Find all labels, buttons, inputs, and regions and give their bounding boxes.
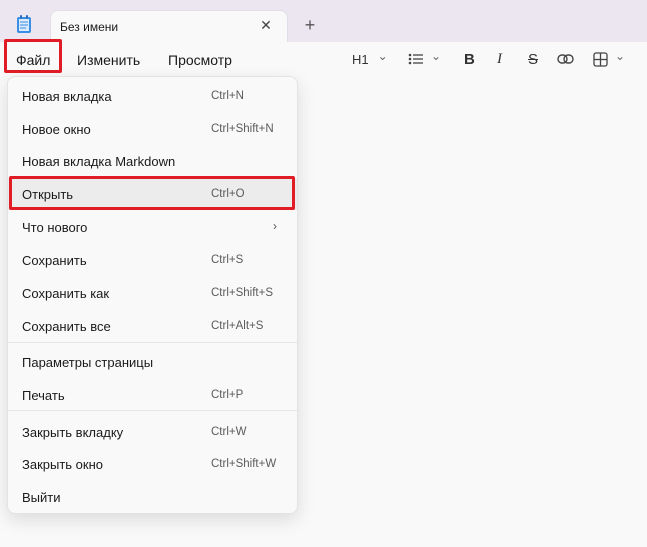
strikethrough-button[interactable]: S xyxy=(528,49,538,69)
menu-edit[interactable]: Изменить xyxy=(77,52,140,68)
menu-item-label: Параметры страницы xyxy=(22,355,154,370)
bullet-list-icon xyxy=(408,52,424,66)
menu-item-shortcut: Ctrl+P xyxy=(211,389,244,401)
menu-item-label: Новая вкладка Markdown xyxy=(22,154,176,169)
menu-item-label: Сохранить все xyxy=(22,319,111,334)
chevron-right-icon: › xyxy=(273,219,277,233)
menu-item-label: Новая вкладка xyxy=(22,89,112,104)
file-menu: Новая вкладка Ctrl+N Новое окно Ctrl+Shi… xyxy=(7,76,298,514)
strikethrough-icon: S xyxy=(528,50,539,68)
bold-button[interactable]: B xyxy=(464,49,475,69)
menu-item-label: Сохранить xyxy=(22,253,87,268)
menu-view[interactable]: Просмотр xyxy=(168,52,232,68)
menu-item-shortcut: Ctrl+W xyxy=(211,426,247,438)
menu-item-whats-new[interactable]: Что нового › xyxy=(8,211,297,243)
menu-item-print[interactable]: Печать Ctrl+P xyxy=(8,379,297,411)
menu-item-new-markdown-tab[interactable]: Новая вкладка Markdown xyxy=(8,145,297,177)
new-tab-button[interactable]: + xyxy=(300,15,320,35)
menu-item-save-all[interactable]: Сохранить все Ctrl+Alt+S xyxy=(8,310,297,342)
table-icon xyxy=(593,51,608,67)
heading-dropdown[interactable]: H1 ⌄ xyxy=(352,49,388,69)
menu-bar: Файл Изменить Просмотр xyxy=(0,42,647,76)
menu-item-label: Что нового xyxy=(22,220,88,235)
italic-button[interactable]: I xyxy=(497,49,502,69)
menu-item-label: Выйти xyxy=(22,490,61,505)
table-dropdown[interactable]: ⌄ xyxy=(593,49,625,69)
link-button[interactable] xyxy=(557,49,574,69)
chevron-down-icon: ⌄ xyxy=(431,49,442,63)
link-icon xyxy=(557,53,574,65)
menu-separator xyxy=(8,342,297,343)
menu-item-label: Печать xyxy=(22,388,65,403)
menu-item-new-window[interactable]: Новое окно Ctrl+Shift+N xyxy=(8,113,297,145)
chevron-down-icon: ⌄ xyxy=(615,49,626,63)
menu-item-label: Новое окно xyxy=(22,122,91,137)
menu-item-shortcut: Ctrl+Shift+N xyxy=(211,123,274,135)
menu-item-shortcut: Ctrl+Alt+S xyxy=(211,320,264,332)
close-icon[interactable]: ✕ xyxy=(258,17,274,33)
tab-title: Без имени xyxy=(60,20,119,34)
menu-item-save-as[interactable]: Сохранить как Ctrl+Shift+S xyxy=(8,277,297,309)
chevron-down-icon: ⌄ xyxy=(377,49,388,63)
menu-item-exit[interactable]: Выйти xyxy=(8,481,297,513)
menu-item-close-window[interactable]: Закрыть окно Ctrl+Shift+W xyxy=(8,448,297,480)
list-dropdown[interactable]: ⌄ xyxy=(408,49,441,69)
menu-item-label: Сохранить как xyxy=(22,286,110,301)
menu-item-shortcut: Ctrl+N xyxy=(211,90,244,102)
menu-item-label: Закрыть окно xyxy=(22,457,104,472)
bold-icon: B xyxy=(464,50,475,68)
file-menu-highlight xyxy=(4,39,62,73)
heading-label: H1 xyxy=(352,51,369,67)
menu-separator xyxy=(8,410,297,411)
document-tab[interactable]: Без имени ✕ xyxy=(50,10,288,42)
menu-item-shortcut: Ctrl+S xyxy=(211,254,244,266)
menu-item-new-tab[interactable]: Новая вкладка Ctrl+N xyxy=(8,80,297,112)
menu-item-shortcut: Ctrl+Shift+S xyxy=(211,287,273,299)
menu-item-label: Закрыть вкладку xyxy=(22,425,124,440)
menu-item-close-tab[interactable]: Закрыть вкладку Ctrl+W xyxy=(8,416,297,448)
menu-item-shortcut: Ctrl+Shift+W xyxy=(211,458,277,470)
menu-item-save[interactable]: Сохранить Ctrl+S xyxy=(8,244,297,276)
title-bar: Без имени ✕ + xyxy=(0,0,647,42)
menu-item-page-setup[interactable]: Параметры страницы xyxy=(8,346,297,378)
italic-icon: I xyxy=(497,50,502,67)
notepad-icon xyxy=(16,14,32,34)
open-item-highlight xyxy=(9,176,295,210)
